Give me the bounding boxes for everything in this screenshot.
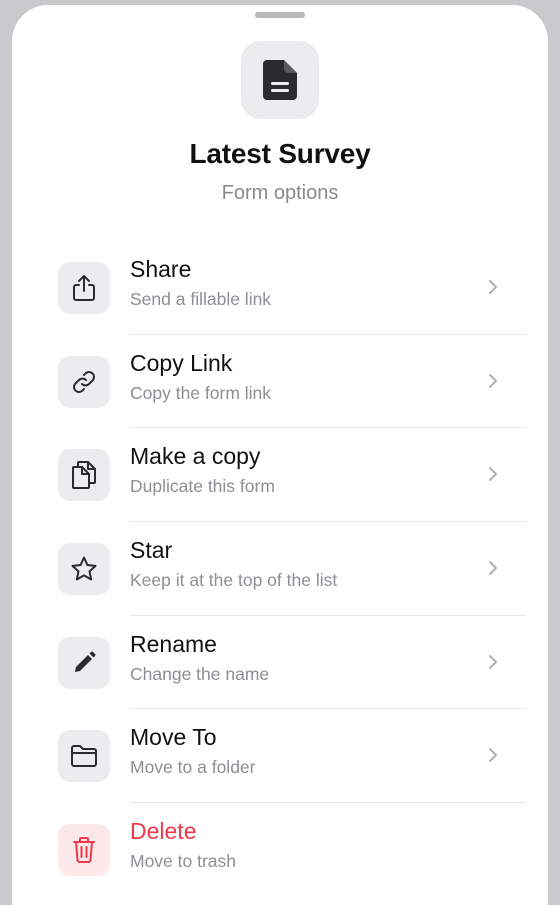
menu-item-description: Keep it at the top of the list <box>130 570 338 591</box>
chevron-right-icon <box>489 373 497 388</box>
menu-item-description: Copy the form link <box>130 382 272 403</box>
menu-item-label: Move To <box>130 724 217 751</box>
menu-item-description: Duplicate this form <box>130 476 275 497</box>
menu-item-label: Copy Link <box>130 349 233 376</box>
document-icon <box>241 41 319 119</box>
folder-icon <box>58 730 110 783</box>
menu-item-description: Send a fillable link <box>130 289 272 309</box>
menu-item-star[interactable]: Star Keep it at the top of the list <box>12 522 548 616</box>
star-icon <box>58 543 110 596</box>
bottom-sheet: Latest Survey Form options Share Send a … <box>12 5 548 905</box>
chevron-right-icon <box>489 654 497 669</box>
menu-item-delete[interactable]: Delete Move to trash <box>12 803 548 897</box>
chevron-right-icon <box>489 280 497 294</box>
menu-item-move-to[interactable]: Move To Move to a folder <box>12 709 548 804</box>
menu-item-share[interactable]: Share Send a fillable link <box>12 241 548 335</box>
menu-item-make-copy[interactable]: Make a copy Duplicate this form <box>12 428 548 523</box>
link-icon <box>58 355 110 408</box>
trash-icon <box>58 824 110 877</box>
chevron-right-icon <box>489 561 497 576</box>
menu-item-label: Delete <box>130 818 197 845</box>
pencil-icon <box>58 636 110 689</box>
page-subtitle: Form options <box>221 182 339 204</box>
options-menu: Share Send a fillable link Copy Link Cop… <box>12 241 548 897</box>
menu-item-description: Move to trash <box>130 851 237 872</box>
duplicate-icon <box>58 449 110 502</box>
menu-item-label: Star <box>130 537 173 564</box>
page-title: Latest Survey <box>189 138 371 169</box>
share-icon <box>58 262 110 314</box>
menu-item-description: Change the name <box>130 663 270 684</box>
menu-item-copy-link[interactable]: Copy Link Copy the form link <box>12 335 548 429</box>
chevron-right-icon <box>489 467 497 482</box>
menu-item-label: Rename <box>130 630 217 657</box>
chevron-right-icon <box>489 748 497 763</box>
sheet-grabber[interactable] <box>255 12 305 18</box>
menu-item-label: Share <box>130 256 192 282</box>
menu-item-label: Make a copy <box>130 443 261 470</box>
menu-item-rename[interactable]: Rename Change the name <box>12 616 548 710</box>
menu-item-description: Move to a folder <box>130 757 256 778</box>
